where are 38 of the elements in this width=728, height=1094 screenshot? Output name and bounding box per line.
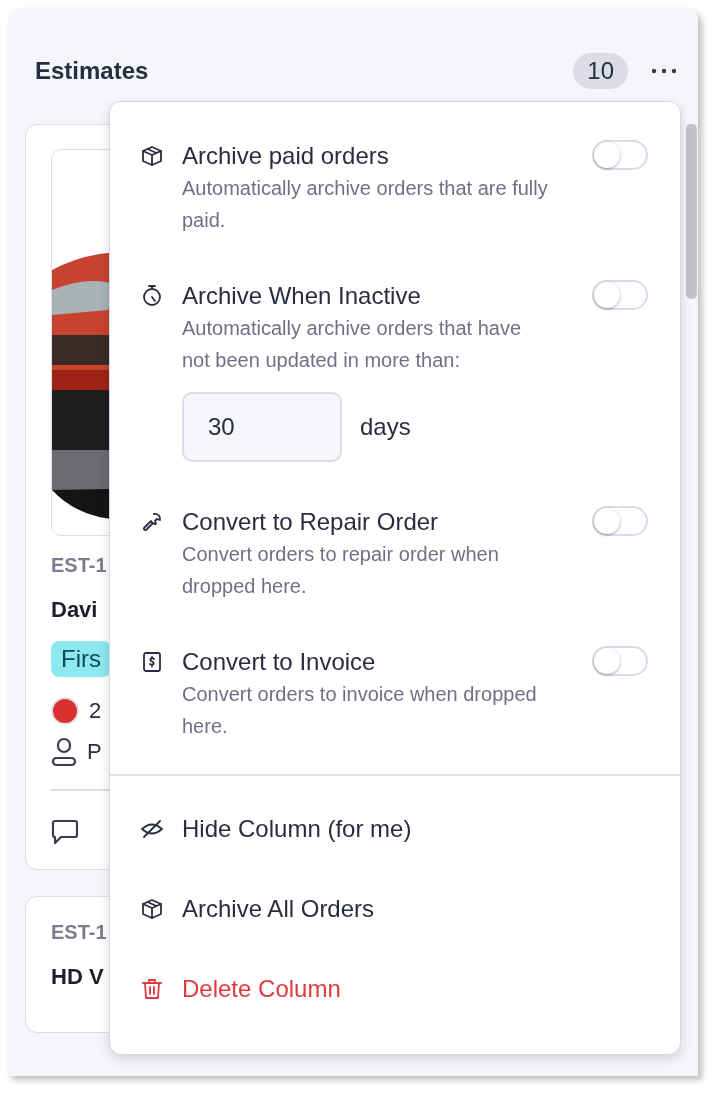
setting-title: Convert to Invoice [182,647,376,677]
menu-item[interactable]: Delete Column [110,949,680,1029]
setting-title: Archive paid orders [182,141,389,171]
box-icon [140,897,164,921]
setting-title: Convert to Repair Order [182,507,439,537]
column-title: Estimates [35,57,150,85]
assignee-name: P [87,739,102,765]
toggle-switch[interactable] [592,646,648,676]
days-label: days [360,413,411,441]
order-date: 2 [89,698,102,724]
order-tag: Firs [51,641,111,677]
eye-slash-icon [140,817,164,841]
customer-name: HD V [51,964,104,990]
toggle-switch[interactable] [592,506,648,536]
trash-icon [140,977,164,1001]
person-icon [51,737,77,767]
more-icon[interactable] [650,67,678,75]
toggle-switch[interactable] [592,280,648,310]
stopwatch-icon [140,284,164,308]
comment-icon[interactable] [51,819,79,845]
scrollbar-thumb[interactable] [686,124,698,299]
setting-description: Convert orders to invoice when dropped here. [182,682,538,739]
order-number: EST-1 [51,921,107,944]
setting-description: Automatically archive orders that are fully paid. [182,176,549,233]
toggle-switch[interactable] [592,140,648,170]
dollar-document-icon [140,650,164,674]
menu-item[interactable]: Hide Column (for me) [110,789,680,869]
menu-item[interactable]: Archive All Orders [110,869,680,949]
order-number: EST-1 [51,554,107,577]
setting-description: Automatically archive orders that have not been updated in more than: [182,316,523,373]
wrench-icon [140,510,164,534]
status-dot [51,697,79,725]
setting-description: Convert orders to repair order when dropped here. [182,542,500,599]
days-field[interactable]: 30 [182,392,342,462]
customer-name: Davi [51,597,98,623]
box-icon [140,144,164,168]
order-count: 10 [573,53,628,89]
setting-title: Archive When Inactive [182,281,421,311]
